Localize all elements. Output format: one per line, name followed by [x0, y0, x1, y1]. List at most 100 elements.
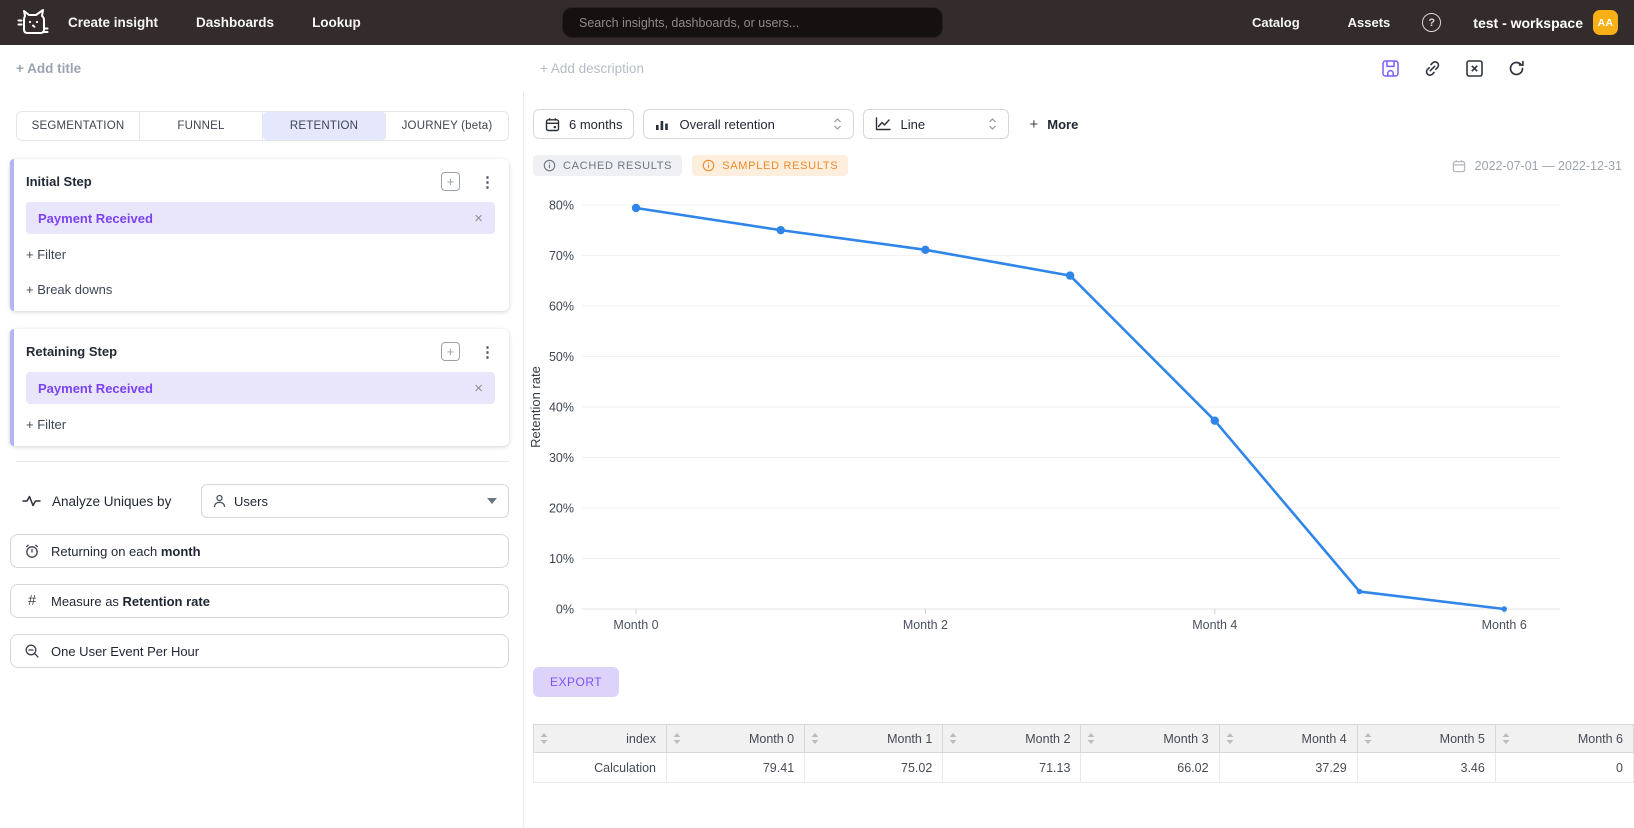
remove-event-icon[interactable]: × [474, 211, 483, 226]
plus-icon: + [1029, 116, 1038, 133]
date-period-button[interactable]: 6 months [533, 109, 634, 139]
save-icon[interactable] [1381, 59, 1400, 78]
hash-icon: # [23, 593, 41, 609]
info-icon [702, 159, 715, 172]
workspace-name[interactable]: test - workspace [1473, 15, 1583, 31]
nav-item-create-insight[interactable]: Create insight [68, 15, 158, 30]
export-button[interactable]: EXPORT [533, 667, 619, 697]
sort-icon[interactable] [1502, 733, 1510, 744]
metric-select[interactable]: Overall retention [643, 109, 854, 139]
dedupe-option[interactable]: One User Event Per Hour [10, 634, 509, 668]
line-chart-icon [875, 117, 891, 131]
table-header-row: indexMonth 0Month 1Month 2Month 3Month 4… [534, 725, 1634, 753]
cached-results-badge[interactable]: CACHED RESULTS [533, 155, 682, 176]
add-filter-link[interactable]: + Filter [26, 247, 66, 262]
app-logo[interactable] [16, 8, 50, 38]
calendar-icon [1452, 159, 1466, 173]
nav-item-catalog[interactable]: Catalog [1252, 15, 1300, 30]
table-row: Calculation79.4175.0271.1366.0237.293.46… [534, 753, 1634, 783]
add-event-icon[interactable]: + [441, 342, 460, 361]
retaining-step-title: Retaining Step [26, 344, 117, 359]
add-title-button[interactable]: + Add title [16, 61, 81, 76]
sampled-results-badge[interactable]: SAMPLED RESULTS [692, 155, 848, 176]
search-input[interactable] [577, 15, 928, 31]
column-header-month-3[interactable]: Month 3 [1081, 725, 1219, 753]
step-menu-icon[interactable]: ⋮ [480, 343, 495, 361]
clear-icon[interactable] [1465, 59, 1484, 78]
date-range: 2022-07-01 — 2022-12-31 [1452, 159, 1622, 173]
table-cell: 3.46 [1357, 753, 1495, 783]
sort-icon[interactable] [811, 733, 819, 744]
tab-segmentation[interactable]: SEGMENTATION [17, 112, 140, 140]
sort-icon[interactable] [949, 733, 957, 744]
svg-text:10%: 10% [549, 552, 574, 566]
event-chip[interactable]: Payment Received × [26, 202, 495, 234]
refresh-icon[interactable] [1507, 59, 1526, 78]
sidebar-divider [16, 461, 509, 462]
sort-icon[interactable] [1087, 733, 1095, 744]
table-cell: Calculation [534, 753, 667, 783]
nav-item-lookup[interactable]: Lookup [312, 15, 361, 30]
svg-text:30%: 30% [549, 451, 574, 465]
column-header-month-6[interactable]: Month 6 [1495, 725, 1633, 753]
svg-text:Month 0: Month 0 [613, 618, 658, 632]
copy-link-icon[interactable] [1423, 59, 1442, 78]
returning-on-option[interactable]: Returning on each month [10, 534, 509, 568]
column-header-month-4[interactable]: Month 4 [1219, 725, 1357, 753]
column-header-month-0[interactable]: Month 0 [667, 725, 805, 753]
event-chip[interactable]: Payment Received × [26, 372, 495, 404]
nav-item-assets[interactable]: Assets [1348, 15, 1391, 30]
svg-text:Month 6: Month 6 [1482, 618, 1527, 632]
zoom-out-icon [23, 643, 41, 659]
sort-icon[interactable] [1226, 733, 1234, 744]
avatar[interactable]: AA [1593, 10, 1618, 35]
column-header-index[interactable]: index [534, 725, 667, 753]
sort-icon[interactable] [540, 733, 548, 744]
svg-text:Retention rate: Retention rate [528, 366, 543, 448]
chevron-down-icon [487, 498, 497, 504]
svg-text:70%: 70% [549, 249, 574, 263]
svg-text:0%: 0% [556, 603, 574, 617]
initial-step-card: Initial Step + ⋮ Payment Received × + Fi… [10, 159, 509, 311]
top-nav: Create insight Dashboards Lookup Catalog… [0, 0, 1634, 45]
add-description-button[interactable]: + Add description [540, 61, 644, 76]
user-icon [213, 494, 226, 508]
add-breakdown-link[interactable]: + Break downs [26, 282, 112, 297]
table-cell: 0 [1495, 753, 1633, 783]
measure-as-option[interactable]: # Measure as Retention rate [10, 584, 509, 618]
table-cell: 71.13 [943, 753, 1081, 783]
chart-toolbar: 6 months Overall retention [524, 109, 1634, 139]
data-point [777, 226, 785, 234]
global-search[interactable] [562, 7, 943, 38]
cat-logo-icon [16, 8, 50, 38]
chart-type-select[interactable]: Line [863, 109, 1009, 139]
nav-right: Catalog Assets ? test - workspace AA [1252, 10, 1618, 35]
add-filter-link[interactable]: + Filter [26, 417, 66, 432]
tab-journey[interactable]: JOURNEY (beta) [386, 112, 508, 140]
more-options-button[interactable]: + More [1029, 116, 1078, 133]
select-carets-icon [988, 117, 997, 131]
retaining-step-card: Retaining Step + ⋮ Payment Received × + … [10, 329, 509, 446]
column-header-month-5[interactable]: Month 5 [1357, 725, 1495, 753]
analyze-entity-select[interactable]: Users [201, 484, 509, 518]
step-menu-icon[interactable]: ⋮ [480, 173, 495, 191]
nav-item-dashboards[interactable]: Dashboards [196, 15, 274, 30]
activity-icon [22, 494, 41, 508]
column-header-month-1[interactable]: Month 1 [805, 725, 943, 753]
tab-funnel[interactable]: FUNNEL [140, 112, 263, 140]
table-cell: 79.41 [667, 753, 805, 783]
svg-text:50%: 50% [549, 350, 574, 364]
sort-icon[interactable] [673, 733, 681, 744]
data-point [1357, 589, 1363, 595]
add-event-icon[interactable]: + [441, 172, 460, 191]
select-carets-icon [833, 117, 842, 131]
svg-text:Month 4: Month 4 [1192, 618, 1237, 632]
status-row: CACHED RESULTS SAMPLED RESULTS [524, 155, 1634, 176]
column-header-month-2[interactable]: Month 2 [943, 725, 1081, 753]
tab-retention[interactable]: RETENTION [263, 112, 386, 140]
sort-icon[interactable] [1364, 733, 1372, 744]
svg-text:20%: 20% [549, 502, 574, 516]
help-icon[interactable]: ? [1422, 13, 1441, 32]
remove-event-icon[interactable]: × [474, 381, 483, 396]
insight-actions [1381, 59, 1618, 78]
